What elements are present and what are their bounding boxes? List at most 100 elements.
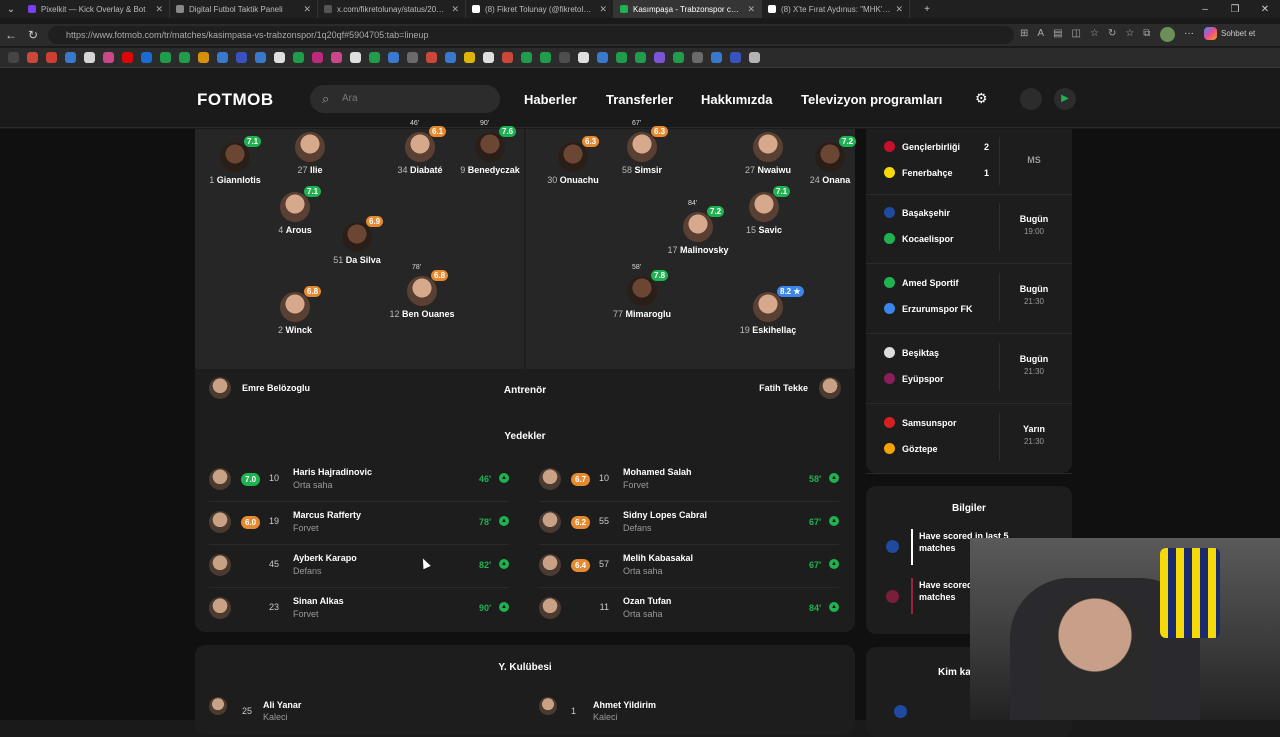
bookmark-icon[interactable] <box>8 52 19 63</box>
split-icon[interactable]: ◫ <box>1072 28 1081 39</box>
away-player[interactable]: 7.2 24 Onana <box>780 136 880 185</box>
home-coach-name[interactable]: Emre Belözoglu <box>242 383 310 393</box>
back-icon[interactable]: ← <box>0 28 22 42</box>
tab-list-icon[interactable]: ⌄ <box>0 0 22 18</box>
fixture-row[interactable]: Gençlerbirliği Fenerbahçe 2 1 MS <box>866 137 1072 197</box>
bookmark-icon[interactable] <box>445 52 456 63</box>
fixture-row[interactable]: Amed Sportif Erzurumspor FK Bugün 21:30 <box>866 273 1072 334</box>
bookmark-icon[interactable] <box>654 52 665 63</box>
url-field[interactable]: https://www.fotmob.com/tr/matches/kasimp… <box>48 26 1014 44</box>
bookmark-icon[interactable] <box>27 52 38 63</box>
home-player[interactable]: 27 Ilie <box>260 132 360 175</box>
apple-icon[interactable] <box>1020 88 1042 110</box>
fixture-row[interactable]: Başakşehir Kocaelispor Bugün 19:00 <box>866 203 1072 264</box>
nav-transfers[interactable]: Transferler <box>606 92 673 107</box>
google-play-icon[interactable]: ▶ <box>1054 88 1076 110</box>
bookmark-icon[interactable] <box>426 52 437 63</box>
bookmark-icon[interactable] <box>217 52 228 63</box>
bookmark-icon[interactable] <box>84 52 95 63</box>
tab-close-icon[interactable]: ✕ <box>303 4 311 15</box>
browser-tab[interactable]: Digital Futbol Taktik Paneli ✕ <box>170 0 318 18</box>
away-sub-row[interactable]: 6.2 55 Sidny Lopes Cabral Defans 67' ▲ <box>539 503 859 543</box>
bookmark-icon[interactable] <box>749 52 760 63</box>
menu-dots-icon[interactable]: ··· <box>1184 28 1194 39</box>
bookmark-icon[interactable] <box>369 52 380 63</box>
bookmark-icon[interactable] <box>616 52 627 63</box>
home-sub-row[interactable]: 45 Ayberk Karapo Defans 82' ▲ <box>209 546 529 586</box>
copilot-button[interactable]: Sohbet et <box>1204 27 1255 40</box>
bookmark-icon[interactable] <box>350 52 361 63</box>
browser-tab[interactable]: (8) X'te Fırat Aydınus: "MHK'nın ile ✕ <box>762 0 910 18</box>
tab-close-icon[interactable]: ✕ <box>155 4 163 15</box>
bench-away-name[interactable]: Ahmet Yildirim <box>593 700 656 710</box>
bookmark-icon[interactable] <box>103 52 114 63</box>
home-sub-row[interactable]: 6.0 19 Marcus Rafferty Forvet 78' ▲ <box>209 503 529 543</box>
away-sub-row[interactable]: 11 Ozan Tufan Orta saha 84' ▲ <box>539 589 859 629</box>
away-sub-row[interactable]: 6.7 10 Mohamed Salah Forvet 58' ▲ <box>539 460 859 500</box>
gear-icon[interactable]: ⚙ <box>975 90 988 107</box>
extensions-icon[interactable]: ⧉ <box>1143 28 1150 39</box>
nav-tv-programs[interactable]: Televizyon programları <box>801 92 942 107</box>
new-tab-button[interactable]: + <box>916 0 938 18</box>
nav-news[interactable]: Haberler <box>524 92 577 107</box>
bookmark-icon[interactable] <box>483 52 494 63</box>
bookmark-icon[interactable] <box>521 52 532 63</box>
favorite-icon[interactable]: ☆ <box>1090 28 1099 39</box>
bookmark-icon[interactable] <box>559 52 570 63</box>
away-player[interactable]: 7.2 84' 17 Malinovsky <box>648 200 748 255</box>
bookmark-icon[interactable] <box>388 52 399 63</box>
bookmark-icon[interactable] <box>255 52 266 63</box>
bookmark-icon[interactable] <box>46 52 57 63</box>
refresh-ext-icon[interactable]: ↻ <box>1108 28 1116 39</box>
bookmark-icon[interactable] <box>312 52 323 63</box>
translate-icon[interactable]: A <box>1037 28 1044 39</box>
bookmark-icon[interactable] <box>597 52 608 63</box>
bookmark-icon[interactable] <box>540 52 551 63</box>
reload-icon[interactable]: ↻ <box>22 28 44 42</box>
nav-about[interactable]: Hakkımızda <box>701 92 773 107</box>
browser-tab[interactable]: Pixelkit — Kick Overlay & Bot ✕ <box>22 0 170 18</box>
away-player[interactable]: 7.8 58' 77 Mimaroglu <box>592 264 692 319</box>
reader-icon[interactable]: ▤ <box>1053 28 1062 39</box>
bookmark-icon[interactable] <box>464 52 475 63</box>
bench-home-name[interactable]: Ali Yanar <box>263 700 301 710</box>
bookmark-icon[interactable] <box>65 52 76 63</box>
bookmark-icon[interactable] <box>673 52 684 63</box>
bookmark-icon[interactable] <box>578 52 589 63</box>
bookmark-icon[interactable] <box>407 52 418 63</box>
tab-close-icon[interactable]: ✕ <box>451 4 459 15</box>
home-player[interactable]: 6.8 2 Winck <box>245 286 345 335</box>
apps-icon[interactable]: ⊞ <box>1020 28 1028 39</box>
away-sub-row[interactable]: 6.4 57 Melih Kabasakal Orta saha 67' ▲ <box>539 546 859 586</box>
bookmark-icon[interactable] <box>730 52 741 63</box>
browser-tab[interactable]: (8) Fikret Tolunay (@fikretolunay) / ✕ <box>466 0 614 18</box>
minimize-icon[interactable]: – <box>1190 0 1220 18</box>
bookmark-icon[interactable] <box>179 52 190 63</box>
home-player[interactable]: 6.9 51 Da Silva <box>307 216 407 265</box>
maximize-icon[interactable]: ❐ <box>1220 0 1250 18</box>
fixture-row[interactable]: Samsunspor Göztepe Yarın 21:30 <box>866 413 1072 474</box>
away-player[interactable]: 8.2 ★ 19 Eskihellaç <box>718 286 818 335</box>
bookmark-icon[interactable] <box>122 52 133 63</box>
bookmark-icon[interactable] <box>274 52 285 63</box>
tab-close-icon[interactable]: ✕ <box>599 4 607 15</box>
bookmark-icon[interactable] <box>198 52 209 63</box>
home-sub-row[interactable]: 23 Sinan Alkas Forvet 90' ▲ <box>209 589 529 629</box>
tab-close-icon[interactable]: ✕ <box>895 4 903 15</box>
away-player[interactable]: 6.3 67' 58 Simsir <box>592 120 692 175</box>
bookmark-icon[interactable] <box>635 52 646 63</box>
fotmob-logo[interactable]: FOTMOB <box>197 90 274 110</box>
bookmark-icon[interactable] <box>711 52 722 63</box>
search-input[interactable]: ⌕ Ara <box>310 85 500 113</box>
home-player[interactable]: 6.8 78' 12 Ben Ouanes <box>372 264 472 319</box>
bookmark-icon[interactable] <box>141 52 152 63</box>
bookmark-icon[interactable] <box>502 52 513 63</box>
bookmark-icon[interactable] <box>236 52 247 63</box>
home-sub-row[interactable]: 7.0 10 Haris Hajradinovic Orta saha 46' ▲ <box>209 460 529 500</box>
bookmark-icon[interactable] <box>331 52 342 63</box>
tab-close-icon[interactable]: ✕ <box>747 4 755 15</box>
bookmark-icon[interactable] <box>692 52 703 63</box>
bookmark-icon[interactable] <box>293 52 304 63</box>
away-coach-name[interactable]: Fatih Tekke <box>759 383 808 393</box>
fixture-row[interactable]: Beşiktaş Eyüpspor Bugün 21:30 <box>866 343 1072 404</box>
